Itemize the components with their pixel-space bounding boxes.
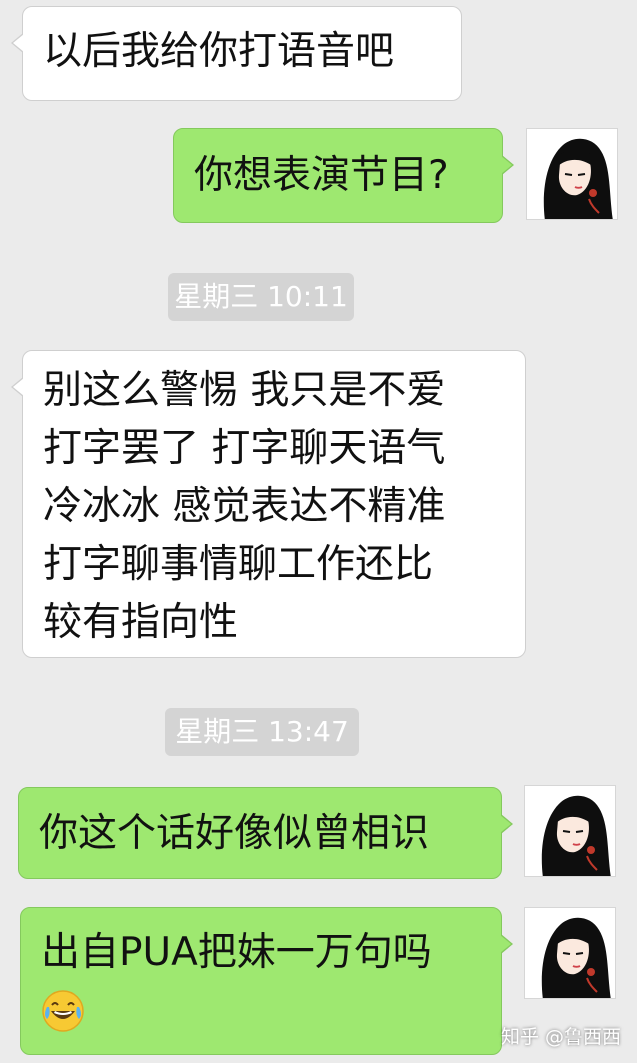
message-text: 以后我给你打语音吧: [43, 29, 395, 74]
watermark: 知乎 @鲁西西: [501, 1022, 621, 1049]
emoji-row: [41, 982, 481, 1040]
timestamp: 星期三 13:47: [165, 708, 359, 756]
avatar-illustration-icon: [525, 786, 615, 876]
watermark-author: @鲁西西: [544, 1026, 621, 1048]
message-text: 你想表演节目?: [194, 153, 449, 198]
message-line: 较有指向性: [43, 600, 239, 645]
message-bubble-outgoing[interactable]: 你想表演节目?: [173, 128, 514, 223]
watermark-site: 知乎: [500, 1026, 539, 1048]
message-bubble-incoming[interactable]: 以后我给你打语音吧: [11, 6, 462, 101]
message-text: 出自PUA把妹一万句吗: [41, 930, 432, 975]
timestamp: 星期三 10:11: [168, 273, 354, 321]
message-text: 你这个话好像似曾相识: [39, 811, 430, 856]
avatar-illustration-icon: [527, 129, 617, 219]
avatar[interactable]: [526, 128, 618, 220]
avatar[interactable]: [524, 785, 616, 877]
message-bubble-outgoing[interactable]: 出自PUA把妹一万句吗: [20, 907, 513, 1055]
avatar[interactable]: [524, 907, 616, 999]
message-bubble-outgoing[interactable]: 你这个话好像似曾相识: [18, 787, 513, 879]
message-bubble-incoming[interactable]: 别这么警惕 我只是不爱 打字罢了 打字聊天语气 冷冰冰 感觉表达不精准 打字聊事…: [11, 350, 526, 658]
message-line: 别这么警惕 我只是不爱: [43, 368, 446, 413]
tears-of-joy-emoji-icon: [42, 990, 84, 1032]
message-line: 打字聊事情聊工作还比: [43, 542, 434, 587]
message-line: 打字罢了 打字聊天语气: [43, 426, 446, 471]
avatar-illustration-icon: [525, 908, 615, 998]
message-line: 冷冰冰 感觉表达不精准: [43, 484, 446, 529]
